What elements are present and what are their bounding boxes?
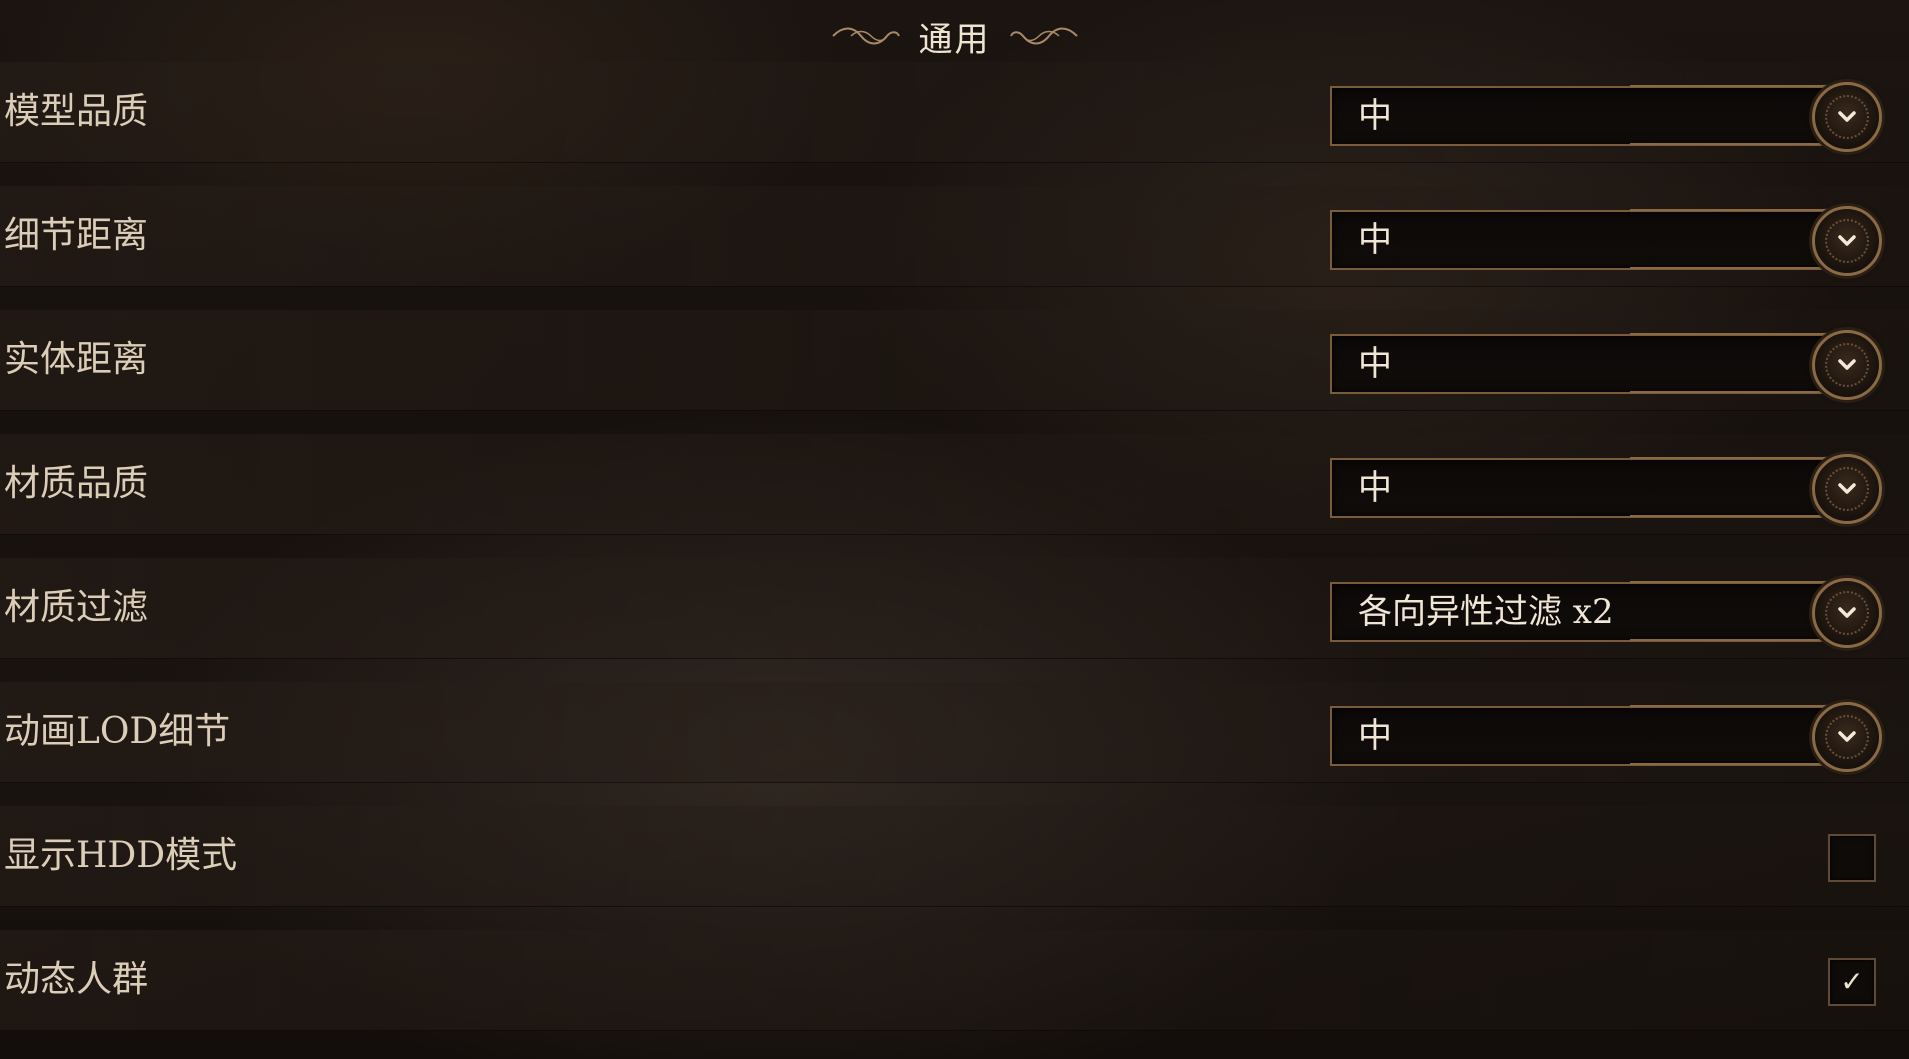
dropdown-value: 中 [1358, 344, 1392, 384]
chevron-down-icon[interactable] [1812, 454, 1882, 524]
settings-list: 模型品质 中 细节距离 中 实体距离 中 材质品质 中 材质过滤 各向异性过滤 … [0, 62, 1909, 1054]
section-header: 通用 [0, 6, 1909, 66]
dynamic-crowds-checkbox[interactable]: ✓ [1828, 958, 1876, 1006]
setting-label: 显示HDD模式 [4, 835, 238, 876]
chevron-down-icon[interactable] [1812, 330, 1882, 400]
texture-quality-dropdown[interactable]: 中 [1330, 453, 1882, 524]
setting-row-entity-distance: 实体距离 中 [0, 310, 1909, 434]
setting-row-model-quality: 模型品质 中 [0, 62, 1909, 186]
dropdown-value: 中 [1358, 468, 1392, 508]
setting-label: 材质过滤 [4, 587, 149, 628]
detail-distance-dropdown[interactable]: 中 [1330, 205, 1882, 276]
setting-row-dynamic-crowds: 动态人群 ✓ [0, 930, 1909, 1054]
section-title: 通用 [918, 19, 991, 60]
chevron-down-icon[interactable] [1812, 82, 1882, 152]
setting-row-animation-lod: 动画LOD细节 中 [0, 682, 1909, 806]
setting-label: 动画LOD细节 [4, 711, 231, 752]
dropdown-value: 各向异性过滤 x2 [1358, 592, 1614, 632]
setting-label: 细节距离 [4, 215, 149, 256]
texture-filtering-dropdown[interactable]: 各向异性过滤 x2 [1330, 577, 1882, 648]
chevron-down-icon[interactable] [1812, 206, 1882, 276]
chevron-down-icon[interactable] [1812, 702, 1882, 772]
checkmark-icon: ✓ [1840, 965, 1864, 998]
setting-row-detail-distance: 细节距离 中 [0, 186, 1909, 310]
dropdown-value: 中 [1358, 96, 1392, 136]
flourish-right-icon [1009, 24, 1079, 48]
setting-label: 材质品质 [4, 463, 149, 504]
setting-label: 模型品质 [4, 91, 149, 132]
entity-distance-dropdown[interactable]: 中 [1330, 329, 1882, 400]
dropdown-value: 中 [1358, 220, 1392, 260]
animation-lod-dropdown[interactable]: 中 [1330, 701, 1882, 772]
setting-row-texture-quality: 材质品质 中 [0, 434, 1909, 558]
setting-label: 动态人群 [4, 959, 149, 1000]
setting-label: 实体距离 [4, 339, 149, 380]
graphics-settings-page: 通用 模型品质 中 细节距离 中 实体距离 中 材质品质 中 材质过滤 各向异性… [0, 0, 1909, 1059]
dropdown-value: 中 [1358, 716, 1392, 756]
hdd-mode-checkbox[interactable] [1828, 834, 1876, 882]
chevron-down-icon[interactable] [1812, 578, 1882, 648]
setting-row-hdd-mode: 显示HDD模式 [0, 806, 1909, 930]
flourish-left-icon [831, 24, 901, 48]
setting-row-texture-filtering: 材质过滤 各向异性过滤 x2 [0, 558, 1909, 682]
model-quality-dropdown[interactable]: 中 [1330, 81, 1882, 152]
